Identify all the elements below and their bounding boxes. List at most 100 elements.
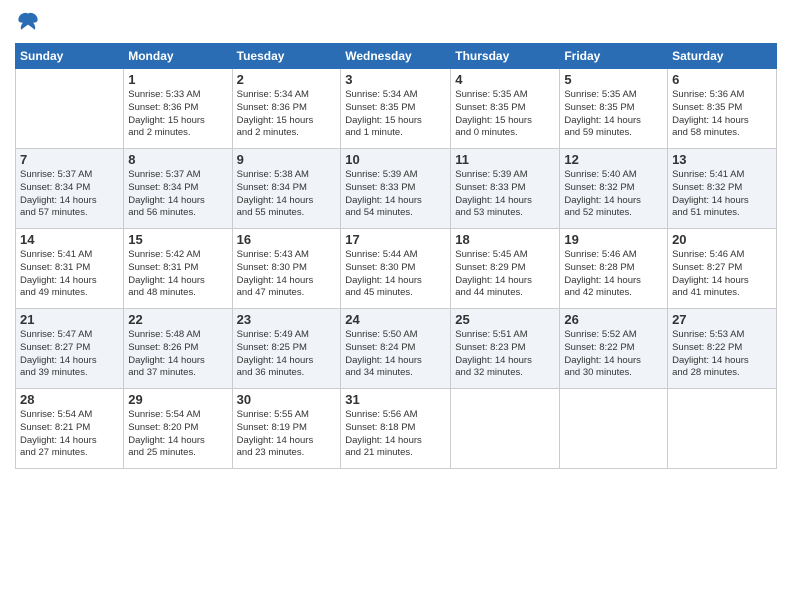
day-number: 18: [455, 232, 555, 247]
day-info: Sunrise: 5:54 AM Sunset: 8:21 PM Dayligh…: [20, 409, 119, 460]
day-info: Sunrise: 5:49 AM Sunset: 8:25 PM Dayligh…: [237, 329, 337, 380]
calendar-header-wednesday: Wednesday: [341, 44, 451, 69]
calendar-cell: 20 Sunrise: 5:46 AM Sunset: 8:27 PM Dayli…: [668, 229, 777, 309]
calendar-cell: 7 Sunrise: 5:37 AM Sunset: 8:34 PM Daylig…: [16, 149, 124, 229]
calendar-week-1: 1 Sunrise: 5:33 AM Sunset: 8:36 PM Daylig…: [16, 69, 777, 149]
day-info: Sunrise: 5:35 AM Sunset: 8:35 PM Dayligh…: [455, 89, 555, 140]
day-info: Sunrise: 5:52 AM Sunset: 8:22 PM Dayligh…: [564, 329, 663, 380]
calendar-cell: 12 Sunrise: 5:40 AM Sunset: 8:32 PM Dayli…: [560, 149, 668, 229]
calendar-week-5: 28 Sunrise: 5:54 AM Sunset: 8:21 PM Dayli…: [16, 389, 777, 469]
day-number: 19: [564, 232, 663, 247]
day-info: Sunrise: 5:48 AM Sunset: 8:26 PM Dayligh…: [128, 329, 227, 380]
calendar-cell: 23 Sunrise: 5:49 AM Sunset: 8:25 PM Dayli…: [232, 309, 341, 389]
calendar-header-saturday: Saturday: [668, 44, 777, 69]
calendar-header-tuesday: Tuesday: [232, 44, 341, 69]
calendar-cell: [560, 389, 668, 469]
day-info: Sunrise: 5:54 AM Sunset: 8:20 PM Dayligh…: [128, 409, 227, 460]
calendar-cell: [668, 389, 777, 469]
day-info: Sunrise: 5:38 AM Sunset: 8:34 PM Dayligh…: [237, 169, 337, 220]
calendar-header-thursday: Thursday: [451, 44, 560, 69]
day-number: 8: [128, 152, 227, 167]
day-info: Sunrise: 5:46 AM Sunset: 8:28 PM Dayligh…: [564, 249, 663, 300]
day-number: 3: [345, 72, 446, 87]
day-number: 27: [672, 312, 772, 327]
calendar-cell: 17 Sunrise: 5:44 AM Sunset: 8:30 PM Dayli…: [341, 229, 451, 309]
calendar-cell: 25 Sunrise: 5:51 AM Sunset: 8:23 PM Dayli…: [451, 309, 560, 389]
calendar-cell: 19 Sunrise: 5:46 AM Sunset: 8:28 PM Dayli…: [560, 229, 668, 309]
day-number: 13: [672, 152, 772, 167]
day-info: Sunrise: 5:37 AM Sunset: 8:34 PM Dayligh…: [20, 169, 119, 220]
day-number: 30: [237, 392, 337, 407]
day-number: 25: [455, 312, 555, 327]
calendar-cell: 13 Sunrise: 5:41 AM Sunset: 8:32 PM Dayli…: [668, 149, 777, 229]
day-number: 7: [20, 152, 119, 167]
day-info: Sunrise: 5:41 AM Sunset: 8:31 PM Dayligh…: [20, 249, 119, 300]
calendar-cell: 8 Sunrise: 5:37 AM Sunset: 8:34 PM Daylig…: [124, 149, 232, 229]
calendar-cell: 28 Sunrise: 5:54 AM Sunset: 8:21 PM Dayli…: [16, 389, 124, 469]
calendar-week-3: 14Sunrise: 5:41 AM Sunset: 8:31 PM Dayli…: [16, 229, 777, 309]
day-number: 22: [128, 312, 227, 327]
calendar-cell: 18 Sunrise: 5:45 AM Sunset: 8:29 PM Dayli…: [451, 229, 560, 309]
day-number: 31: [345, 392, 446, 407]
day-info: Sunrise: 5:39 AM Sunset: 8:33 PM Dayligh…: [345, 169, 446, 220]
day-number: 11: [455, 152, 555, 167]
calendar-cell: 15 Sunrise: 5:42 AM Sunset: 8:31 PM Dayli…: [124, 229, 232, 309]
calendar: SundayMondayTuesdayWednesdayThursdayFrid…: [15, 43, 777, 469]
day-number: 23: [237, 312, 337, 327]
calendar-cell: 29 Sunrise: 5:54 AM Sunset: 8:20 PM Dayli…: [124, 389, 232, 469]
day-number: 6: [672, 72, 772, 87]
day-info: Sunrise: 5:37 AM Sunset: 8:34 PM Dayligh…: [128, 169, 227, 220]
calendar-cell: 4 Sunrise: 5:35 AM Sunset: 8:35 PM Daylig…: [451, 69, 560, 149]
day-number: 12: [564, 152, 663, 167]
day-number: 20: [672, 232, 772, 247]
calendar-cell: [16, 69, 124, 149]
calendar-cell: 10Sunrise: 5:39 AM Sunset: 8:33 PM Dayli…: [341, 149, 451, 229]
day-number: 29: [128, 392, 227, 407]
calendar-header-monday: Monday: [124, 44, 232, 69]
day-info: Sunrise: 5:45 AM Sunset: 8:29 PM Dayligh…: [455, 249, 555, 300]
page: SundayMondayTuesdayWednesdayThursdayFrid…: [0, 0, 792, 612]
calendar-cell: 6 Sunrise: 5:36 AM Sunset: 8:35 PM Daylig…: [668, 69, 777, 149]
day-number: 15: [128, 232, 227, 247]
day-number: 1: [128, 72, 227, 87]
calendar-cell: 24Sunrise: 5:50 AM Sunset: 8:24 PM Dayli…: [341, 309, 451, 389]
day-number: 4: [455, 72, 555, 87]
calendar-header-friday: Friday: [560, 44, 668, 69]
day-number: 28: [20, 392, 119, 407]
day-info: Sunrise: 5:36 AM Sunset: 8:35 PM Dayligh…: [672, 89, 772, 140]
day-info: Sunrise: 5:42 AM Sunset: 8:31 PM Dayligh…: [128, 249, 227, 300]
calendar-cell: 26 Sunrise: 5:52 AM Sunset: 8:22 PM Dayli…: [560, 309, 668, 389]
day-info: Sunrise: 5:50 AM Sunset: 8:24 PM Dayligh…: [345, 329, 446, 380]
day-info: Sunrise: 5:53 AM Sunset: 8:22 PM Dayligh…: [672, 329, 772, 380]
calendar-header-sunday: Sunday: [16, 44, 124, 69]
day-info: Sunrise: 5:34 AM Sunset: 8:35 PM Dayligh…: [345, 89, 446, 140]
day-info: Sunrise: 5:41 AM Sunset: 8:32 PM Dayligh…: [672, 169, 772, 220]
day-info: Sunrise: 5:56 AM Sunset: 8:18 PM Dayligh…: [345, 409, 446, 460]
day-number: 16: [237, 232, 337, 247]
day-number: 17: [345, 232, 446, 247]
calendar-cell: 21Sunrise: 5:47 AM Sunset: 8:27 PM Dayli…: [16, 309, 124, 389]
day-number: 21: [20, 312, 119, 327]
logo-bird-icon: [17, 10, 39, 32]
calendar-week-2: 7 Sunrise: 5:37 AM Sunset: 8:34 PM Daylig…: [16, 149, 777, 229]
calendar-week-4: 21Sunrise: 5:47 AM Sunset: 8:27 PM Dayli…: [16, 309, 777, 389]
day-info: Sunrise: 5:44 AM Sunset: 8:30 PM Dayligh…: [345, 249, 446, 300]
day-info: Sunrise: 5:55 AM Sunset: 8:19 PM Dayligh…: [237, 409, 337, 460]
day-info: Sunrise: 5:40 AM Sunset: 8:32 PM Dayligh…: [564, 169, 663, 220]
calendar-cell: 3 Sunrise: 5:34 AM Sunset: 8:35 PM Daylig…: [341, 69, 451, 149]
calendar-cell: 14Sunrise: 5:41 AM Sunset: 8:31 PM Dayli…: [16, 229, 124, 309]
day-number: 5: [564, 72, 663, 87]
calendar-header-row: SundayMondayTuesdayWednesdayThursdayFrid…: [16, 44, 777, 69]
calendar-cell: [451, 389, 560, 469]
day-info: Sunrise: 5:46 AM Sunset: 8:27 PM Dayligh…: [672, 249, 772, 300]
calendar-cell: 27 Sunrise: 5:53 AM Sunset: 8:22 PM Dayli…: [668, 309, 777, 389]
day-info: Sunrise: 5:51 AM Sunset: 8:23 PM Dayligh…: [455, 329, 555, 380]
day-info: Sunrise: 5:43 AM Sunset: 8:30 PM Dayligh…: [237, 249, 337, 300]
day-info: Sunrise: 5:39 AM Sunset: 8:33 PM Dayligh…: [455, 169, 555, 220]
day-info: Sunrise: 5:33 AM Sunset: 8:36 PM Dayligh…: [128, 89, 227, 140]
calendar-cell: 9 Sunrise: 5:38 AM Sunset: 8:34 PM Daylig…: [232, 149, 341, 229]
calendar-cell: 5Sunrise: 5:35 AM Sunset: 8:35 PM Daylig…: [560, 69, 668, 149]
day-number: 9: [237, 152, 337, 167]
day-number: 26: [564, 312, 663, 327]
calendar-cell: 1 Sunrise: 5:33 AM Sunset: 8:36 PM Daylig…: [124, 69, 232, 149]
